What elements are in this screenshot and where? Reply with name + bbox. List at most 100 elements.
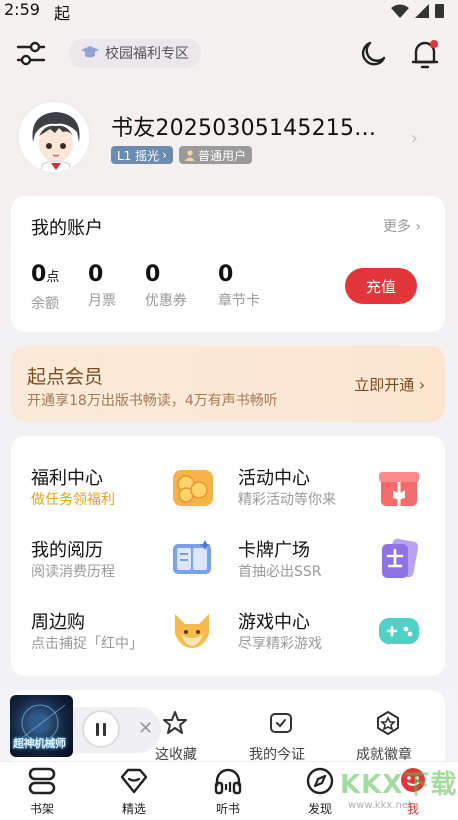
star-collection-icon[interactable]	[162, 710, 188, 736]
grid-item-subtitle: 阅读消费历程	[31, 564, 115, 580]
grid-item-subtitle: 首抽必出SSR	[238, 564, 322, 580]
chevron-right-icon: ›	[410, 128, 418, 149]
chevron-right-icon: ›	[415, 219, 421, 235]
stat-value: 0	[31, 262, 47, 287]
stat-chapter-card[interactable]: 0 章节卡	[218, 262, 278, 313]
user-type-badge: 普通用户	[178, 146, 252, 164]
vip-open-label: 立即开通	[354, 376, 415, 394]
level-badge[interactable]: L1 摇光 ›	[111, 146, 173, 164]
avatar-image	[19, 102, 89, 172]
stat-label: 月票	[88, 293, 116, 309]
vip-title: 起点会员	[27, 366, 104, 388]
gift-icon	[379, 472, 419, 506]
tab-bookshelf[interactable]: 书架	[7, 766, 77, 818]
vip-subtitle: 开通享18万出版书畅读，4万有声书畅听	[27, 393, 278, 409]
grid-item-subtitle: 点击捕捉「红中」	[31, 636, 143, 652]
tab-label: 发现	[307, 802, 332, 816]
stat-value: 0	[218, 262, 234, 287]
bookshelf-icon	[28, 767, 56, 795]
tab-label: 书架	[29, 802, 54, 816]
tab-label: 听书	[215, 802, 240, 816]
book-icon	[173, 540, 211, 574]
grid-item-subtitle: 尽享精彩游戏	[238, 636, 322, 652]
battery-icon	[435, 4, 444, 18]
username: 书友20250305145215…	[111, 116, 377, 141]
audiobook-cover[interactable]: 超神机械师	[10, 695, 73, 757]
status-app-icon: 起	[54, 4, 71, 23]
achievement-badge-icon[interactable]	[375, 710, 401, 736]
signal-icon	[415, 3, 429, 18]
gamepad-icon	[379, 618, 419, 644]
diamond-icon	[120, 768, 148, 794]
headphones-icon	[214, 768, 242, 795]
compass-icon	[306, 767, 334, 795]
grid-item-card-plaza[interactable]: 卡牌广场 首抽必出SSR	[238, 536, 438, 596]
stat-balance[interactable]: 0点 余额	[31, 262, 88, 313]
chevron-right-icon: ›	[419, 376, 425, 394]
profile-header[interactable]: 书友20250305145215… L1 摇光 › 普通用户 ›	[0, 98, 458, 178]
watermark: KKX下载	[340, 770, 458, 800]
grid-item-title: 我的阅历	[31, 540, 103, 561]
person-icon	[184, 149, 195, 161]
recharge-button[interactable]: 充值	[345, 268, 417, 304]
card-icon	[382, 538, 419, 578]
user-type-label: 普通用户	[197, 148, 246, 163]
feature-grid: 福利中心 做任务领福利 活动中心 精彩活动等你来 我的阅历 阅读消费历程 卡牌广…	[11, 436, 445, 676]
grid-item-subtitle: 精彩活动等你来	[238, 492, 336, 508]
grid-item-game-center[interactable]: 游戏中心 尽享精彩游戏	[238, 608, 438, 668]
stat-monthly-ticket[interactable]: 0 月票	[88, 262, 145, 313]
pause-icon-bar	[103, 722, 106, 736]
stat-label: 优惠券	[145, 293, 187, 309]
close-player-icon[interactable]: ✕	[138, 718, 153, 739]
chevron-right-icon: ›	[162, 148, 167, 162]
account-more-label: 更多	[382, 219, 411, 235]
wifi-icon	[391, 4, 409, 18]
level-badge-label: L1 摇光	[117, 148, 160, 163]
watermark-url: www.kkx.net	[348, 800, 412, 811]
account-title: 我的账户	[31, 218, 103, 239]
graduation-cap-icon	[81, 46, 99, 58]
account-more-link[interactable]: 更多 ›	[383, 216, 421, 236]
grid-item-title: 福利中心	[31, 468, 103, 489]
grid-item-welfare-center[interactable]: 福利中心 做任务领福利	[31, 464, 231, 524]
stat-value: 0	[88, 262, 104, 287]
tab-featured[interactable]: 精选	[99, 766, 169, 818]
stat-coupon[interactable]: 0 优惠券	[145, 262, 218, 313]
stat-value: 0	[145, 262, 161, 287]
pause-button[interactable]	[82, 710, 120, 748]
grid-item-title: 卡牌广场	[238, 540, 310, 561]
status-bar: 2:59 起	[0, 0, 458, 23]
grid-item-title: 周边购	[31, 612, 85, 633]
stat-label: 余额	[31, 296, 59, 312]
floating-audio-player[interactable]: 超神机械师 ✕	[6, 693, 161, 759]
profile-badges: L1 摇光 › 普通用户	[111, 146, 252, 164]
campus-welfare-chip[interactable]: 校园福利专区	[69, 38, 201, 68]
grid-item-reading-history[interactable]: 我的阅历 阅读消费历程	[31, 536, 231, 596]
grid-item-activity-center[interactable]: 活动中心 精彩活动等你来	[238, 464, 438, 524]
grid-item-merch-shop[interactable]: 周边购 点击捕捉「红中」	[31, 608, 231, 668]
tab-audiobooks[interactable]: 听书	[193, 766, 263, 818]
settings-sliders-icon[interactable]	[16, 40, 46, 68]
account-card: 我的账户 更多 › 0点 余额 0 月票 0 优惠券 0 章节卡 充值	[11, 196, 445, 332]
fox-icon	[175, 614, 209, 648]
grid-item-title: 活动中心	[238, 468, 310, 489]
avatar[interactable]	[17, 100, 91, 174]
grid-item-title: 游戏中心	[238, 612, 310, 633]
grid-item-subtitle: 做任务领福利	[31, 492, 115, 508]
bell-icon[interactable]	[410, 38, 440, 70]
status-icons	[391, 3, 444, 18]
top-bar: 校园福利专区	[0, 37, 458, 71]
stat-unit: 点	[46, 270, 60, 285]
certificate-icon[interactable]	[268, 710, 294, 736]
campus-chip-label: 校园福利专区	[105, 46, 189, 62]
stat-label: 章节卡	[218, 293, 260, 309]
vip-open-button[interactable]: 立即开通 ›	[354, 374, 425, 395]
tab-label: 精选	[121, 802, 146, 816]
cover-title-text: 超神机械师	[13, 737, 66, 750]
coins-icon	[173, 470, 213, 506]
pause-icon	[96, 722, 99, 736]
vip-banner[interactable]: 起点会员 开通享18万出版书畅读，4万有声书畅听 立即开通 ›	[11, 346, 445, 422]
moon-icon[interactable]	[358, 39, 388, 69]
status-time: 2:59	[4, 0, 40, 19]
account-stats: 0点 余额 0 月票 0 优惠券 0 章节卡	[31, 262, 278, 313]
